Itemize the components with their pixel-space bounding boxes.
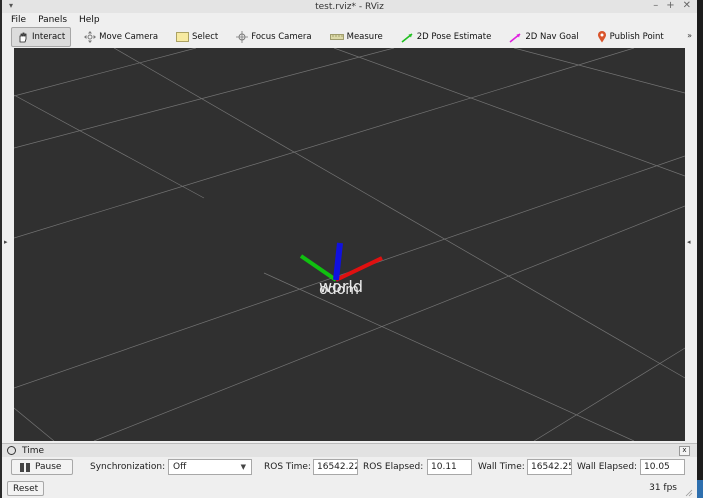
desktop-background	[697, 0, 703, 498]
ros-time-field[interactable]: 16542.22	[313, 459, 358, 475]
rviz-window: ▾ test.rviz* - RViz – + ✕ File Panels He…	[2, 0, 697, 498]
move-camera-tool-button[interactable]: Move Camera	[79, 28, 163, 46]
select-label: Select	[192, 32, 219, 42]
window-controls: – + ✕	[653, 0, 691, 11]
menu-panels[interactable]: Panels	[38, 15, 67, 25]
reset-button[interactable]: Reset	[7, 481, 45, 496]
wall-elapsed-label: Wall Elapsed:	[577, 462, 638, 472]
pause-label: Pause	[35, 462, 62, 472]
pause-button[interactable]: Pause	[11, 459, 73, 475]
chevron-down-icon: ▼	[240, 463, 246, 471]
synchronization-value: Off	[173, 462, 187, 472]
ros-elapsed-field[interactable]: 10.11	[427, 459, 472, 475]
z-axis-blue	[333, 242, 343, 281]
window-title: test.rviz* - RViz	[315, 1, 384, 12]
move-camera-label: Move Camera	[99, 32, 159, 42]
status-bar: Reset 31 fps	[2, 479, 697, 498]
pose-estimate-tool-button[interactable]: 2D Pose Estimate	[396, 28, 497, 46]
time-panel-controls: Pause Synchronization: Off ▼ ROS Time: 1…	[2, 457, 697, 477]
expand-left-panel-icon[interactable]: ▸	[4, 238, 8, 246]
interact-label: Interact	[32, 32, 66, 42]
menu-file[interactable]: File	[11, 15, 26, 25]
ruler-icon	[329, 34, 344, 40]
select-tool-button[interactable]: Select	[171, 28, 223, 46]
ground-grid	[14, 48, 685, 441]
time-panel-header: Time x	[2, 443, 697, 457]
interact-tool-button[interactable]: Interact	[11, 27, 72, 47]
minimize-icon[interactable]: –	[653, 0, 658, 11]
map-pin-icon	[597, 31, 606, 43]
frame-label: world	[319, 277, 363, 296]
nav-goal-label: 2D Nav Goal	[525, 32, 579, 42]
focus-camera-tool-button[interactable]: Focus Camera	[231, 28, 316, 46]
clock-icon	[7, 446, 16, 455]
tool-bar: Interact Move Camera Select Focus Camera	[2, 26, 697, 49]
maximize-icon[interactable]: +	[666, 0, 674, 11]
resize-grip-icon[interactable]	[685, 489, 693, 497]
wall-time-label: Wall Time:	[478, 462, 525, 472]
ros-elapsed-label: ROS Elapsed:	[363, 462, 424, 472]
desktop-taskbar-fragment	[697, 480, 703, 498]
pause-icon	[20, 462, 30, 472]
toolbar-overflow-icon[interactable]: »	[687, 31, 692, 40]
move-arrows-icon	[84, 31, 97, 43]
measure-tool-button[interactable]: Measure	[325, 28, 388, 46]
wall-time-field[interactable]: 16542.25	[527, 459, 572, 475]
close-panel-icon[interactable]: x	[679, 446, 690, 456]
title-bar: ▾ test.rviz* - RViz – + ✕	[2, 0, 697, 13]
menu-help[interactable]: Help	[79, 15, 100, 25]
ros-time-label: ROS Time:	[264, 462, 311, 472]
publish-point-label: Publish Point	[609, 32, 664, 42]
synchronization-label: Synchronization:	[90, 462, 166, 472]
expand-right-panel-icon[interactable]: ◂	[687, 238, 691, 246]
measure-label: Measure	[346, 32, 383, 42]
wall-elapsed-field[interactable]: 10.05	[640, 459, 685, 475]
magenta-arrow-icon	[509, 32, 521, 43]
window-menu-icon[interactable]: ▾	[9, 1, 13, 10]
close-icon[interactable]: ✕	[683, 0, 691, 11]
render-canvas[interactable]: odom world	[14, 48, 685, 441]
focus-crosshair-icon	[236, 31, 249, 43]
3d-render-view[interactable]: odom world	[14, 48, 685, 441]
focus-camera-label: Focus Camera	[251, 32, 312, 42]
synchronization-select[interactable]: Off ▼	[168, 459, 252, 475]
pose-estimate-label: 2D Pose Estimate	[416, 32, 492, 42]
select-rectangle-icon	[176, 32, 189, 42]
green-arrow-icon	[401, 32, 413, 43]
hand-icon	[19, 32, 27, 42]
publish-point-tool-button[interactable]: Publish Point	[592, 28, 669, 46]
time-panel-title: Time	[22, 445, 45, 456]
fps-readout: 31 fps	[649, 483, 677, 493]
menu-bar: File Panels Help	[2, 13, 697, 26]
nav-goal-tool-button[interactable]: 2D Nav Goal	[504, 28, 583, 46]
